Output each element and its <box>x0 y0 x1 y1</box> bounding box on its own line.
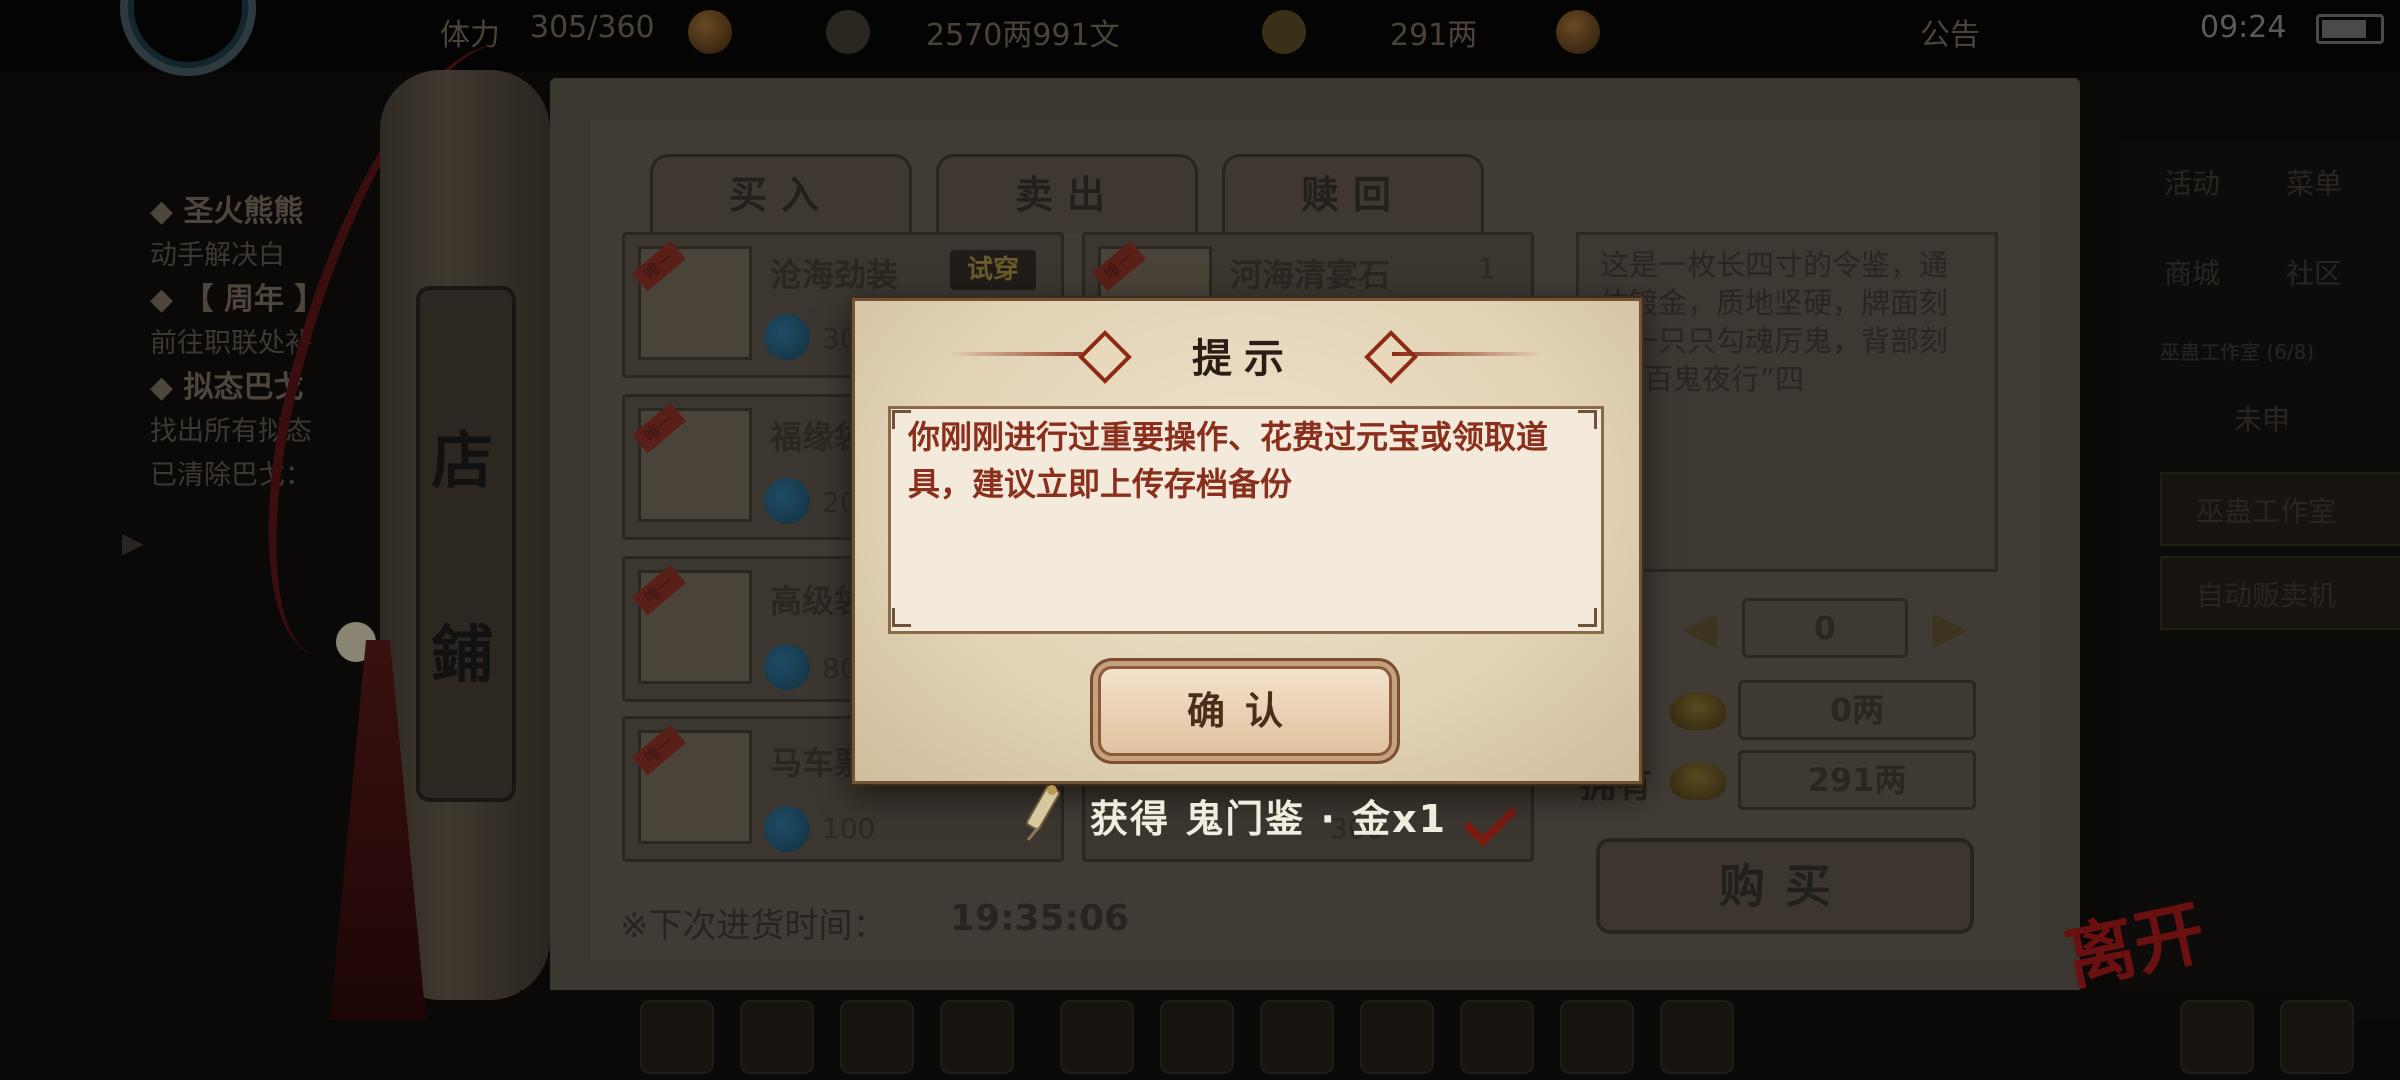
menu-button[interactable]: 菜单 <box>2286 162 2342 202</box>
ingot-icon <box>1262 10 1306 54</box>
decrease-arrow-icon[interactable]: ◀ <box>1672 598 1728 658</box>
toolbar-icon[interactable] <box>2180 1000 2254 1074</box>
community-button[interactable]: 社区 <box>2286 252 2342 292</box>
ingot-value: 291两 <box>1390 18 1478 53</box>
title-ornament-right <box>1392 352 1542 356</box>
toolbar-icon[interactable] <box>1260 1000 1334 1074</box>
owned-field: 291两 <box>1738 750 1976 810</box>
item-count: 1 <box>1478 252 1496 285</box>
tab-sell[interactable]: 卖出 <box>936 154 1198 233</box>
confirm-button[interactable]: 确认 <box>1098 666 1392 756</box>
try-on-button[interactable]: 试穿 <box>950 250 1036 290</box>
currency-icon <box>764 806 810 852</box>
corner-ornament <box>1578 608 1597 627</box>
toolbar-icon[interactable] <box>1360 1000 1434 1074</box>
quantity-field[interactable]: 0 <box>1742 598 1908 658</box>
dialog-message: 你刚刚进行过重要操作、花费过元宝或领取道具，建议立即上传存档备份 <box>908 418 1549 503</box>
restock-label: ※下次进货时间： <box>620 906 887 946</box>
toolbar-icon[interactable] <box>740 1000 814 1074</box>
toolbar-icon[interactable] <box>2280 1000 2354 1074</box>
token-icon <box>1026 785 1060 841</box>
announcement-button[interactable]: 公告 <box>1920 10 1980 54</box>
toolbar-icon[interactable] <box>1660 1000 1734 1074</box>
currency-icon <box>764 644 810 690</box>
item-price: 100 <box>822 812 876 845</box>
toolbar-icon[interactable] <box>1560 1000 1634 1074</box>
corner-ornament <box>892 608 911 627</box>
studio-claim[interactable]: 未申 <box>2234 398 2290 438</box>
mall-button[interactable]: 商城 <box>2164 252 2220 292</box>
tab-redeem[interactable]: 赎回 <box>1222 154 1484 233</box>
battery-level <box>2322 20 2366 38</box>
clock: 09:24 <box>2200 10 2287 45</box>
toolbar-icon[interactable] <box>940 1000 1014 1074</box>
tab-buy[interactable]: 买入 <box>650 154 912 233</box>
money-icon <box>826 10 870 54</box>
item-name: 沧海劲装 <box>770 256 899 294</box>
shop-label-char: 店 <box>430 424 493 497</box>
currency-icon <box>764 478 810 524</box>
ingot-add-icon[interactable] <box>1556 10 1600 54</box>
toolbar-icon[interactable] <box>1060 1000 1134 1074</box>
buy-button[interactable]: 购买 <box>1596 838 1974 934</box>
top-bar <box>0 0 2400 72</box>
shop-scroll-label <box>416 286 516 802</box>
item-name: 河海清宴石 <box>1230 256 1391 294</box>
toolbar-icon[interactable] <box>1460 1000 1534 1074</box>
stamina-add-icon[interactable] <box>688 10 732 54</box>
increase-arrow-icon[interactable]: ▶ <box>1922 598 1978 658</box>
vending-button-label: 自动贩卖机 <box>2196 579 2337 612</box>
title-ornament-left <box>948 352 1098 356</box>
ingot-icon <box>1670 762 1726 800</box>
item-description: 这是一枚长四寸的令鉴，通体镀金，质地坚硬，牌面刻有一只只勾魂厉鬼，背部刻着“百鬼… <box>1600 248 1949 396</box>
activity-button[interactable]: 活动 <box>2164 162 2220 202</box>
money-value: 2570两991文 <box>926 18 1120 53</box>
ingot-icon <box>1670 692 1726 730</box>
shop-label-char: 鋪 <box>430 618 493 691</box>
toolbar-icon[interactable] <box>840 1000 914 1074</box>
reward-toast: 获得 鬼门鉴 · 金x1 <box>1090 797 1448 841</box>
restock-time: 19:35:06 <box>950 898 1130 939</box>
toolbar-icon[interactable] <box>1160 1000 1234 1074</box>
stamina-value: 305/360 <box>530 10 655 45</box>
dialog-title: 提示 <box>1192 336 1296 382</box>
studio-status: 巫蛊工作室 (6/8) <box>2160 340 2315 364</box>
cost-field: 0两 <box>1738 680 1976 740</box>
toolbar-icon[interactable] <box>640 1000 714 1074</box>
studio-button-label: 巫蛊工作室 <box>2196 495 2337 528</box>
expand-arrow-icon[interactable]: ▶ <box>122 526 144 559</box>
currency-icon <box>764 314 810 360</box>
